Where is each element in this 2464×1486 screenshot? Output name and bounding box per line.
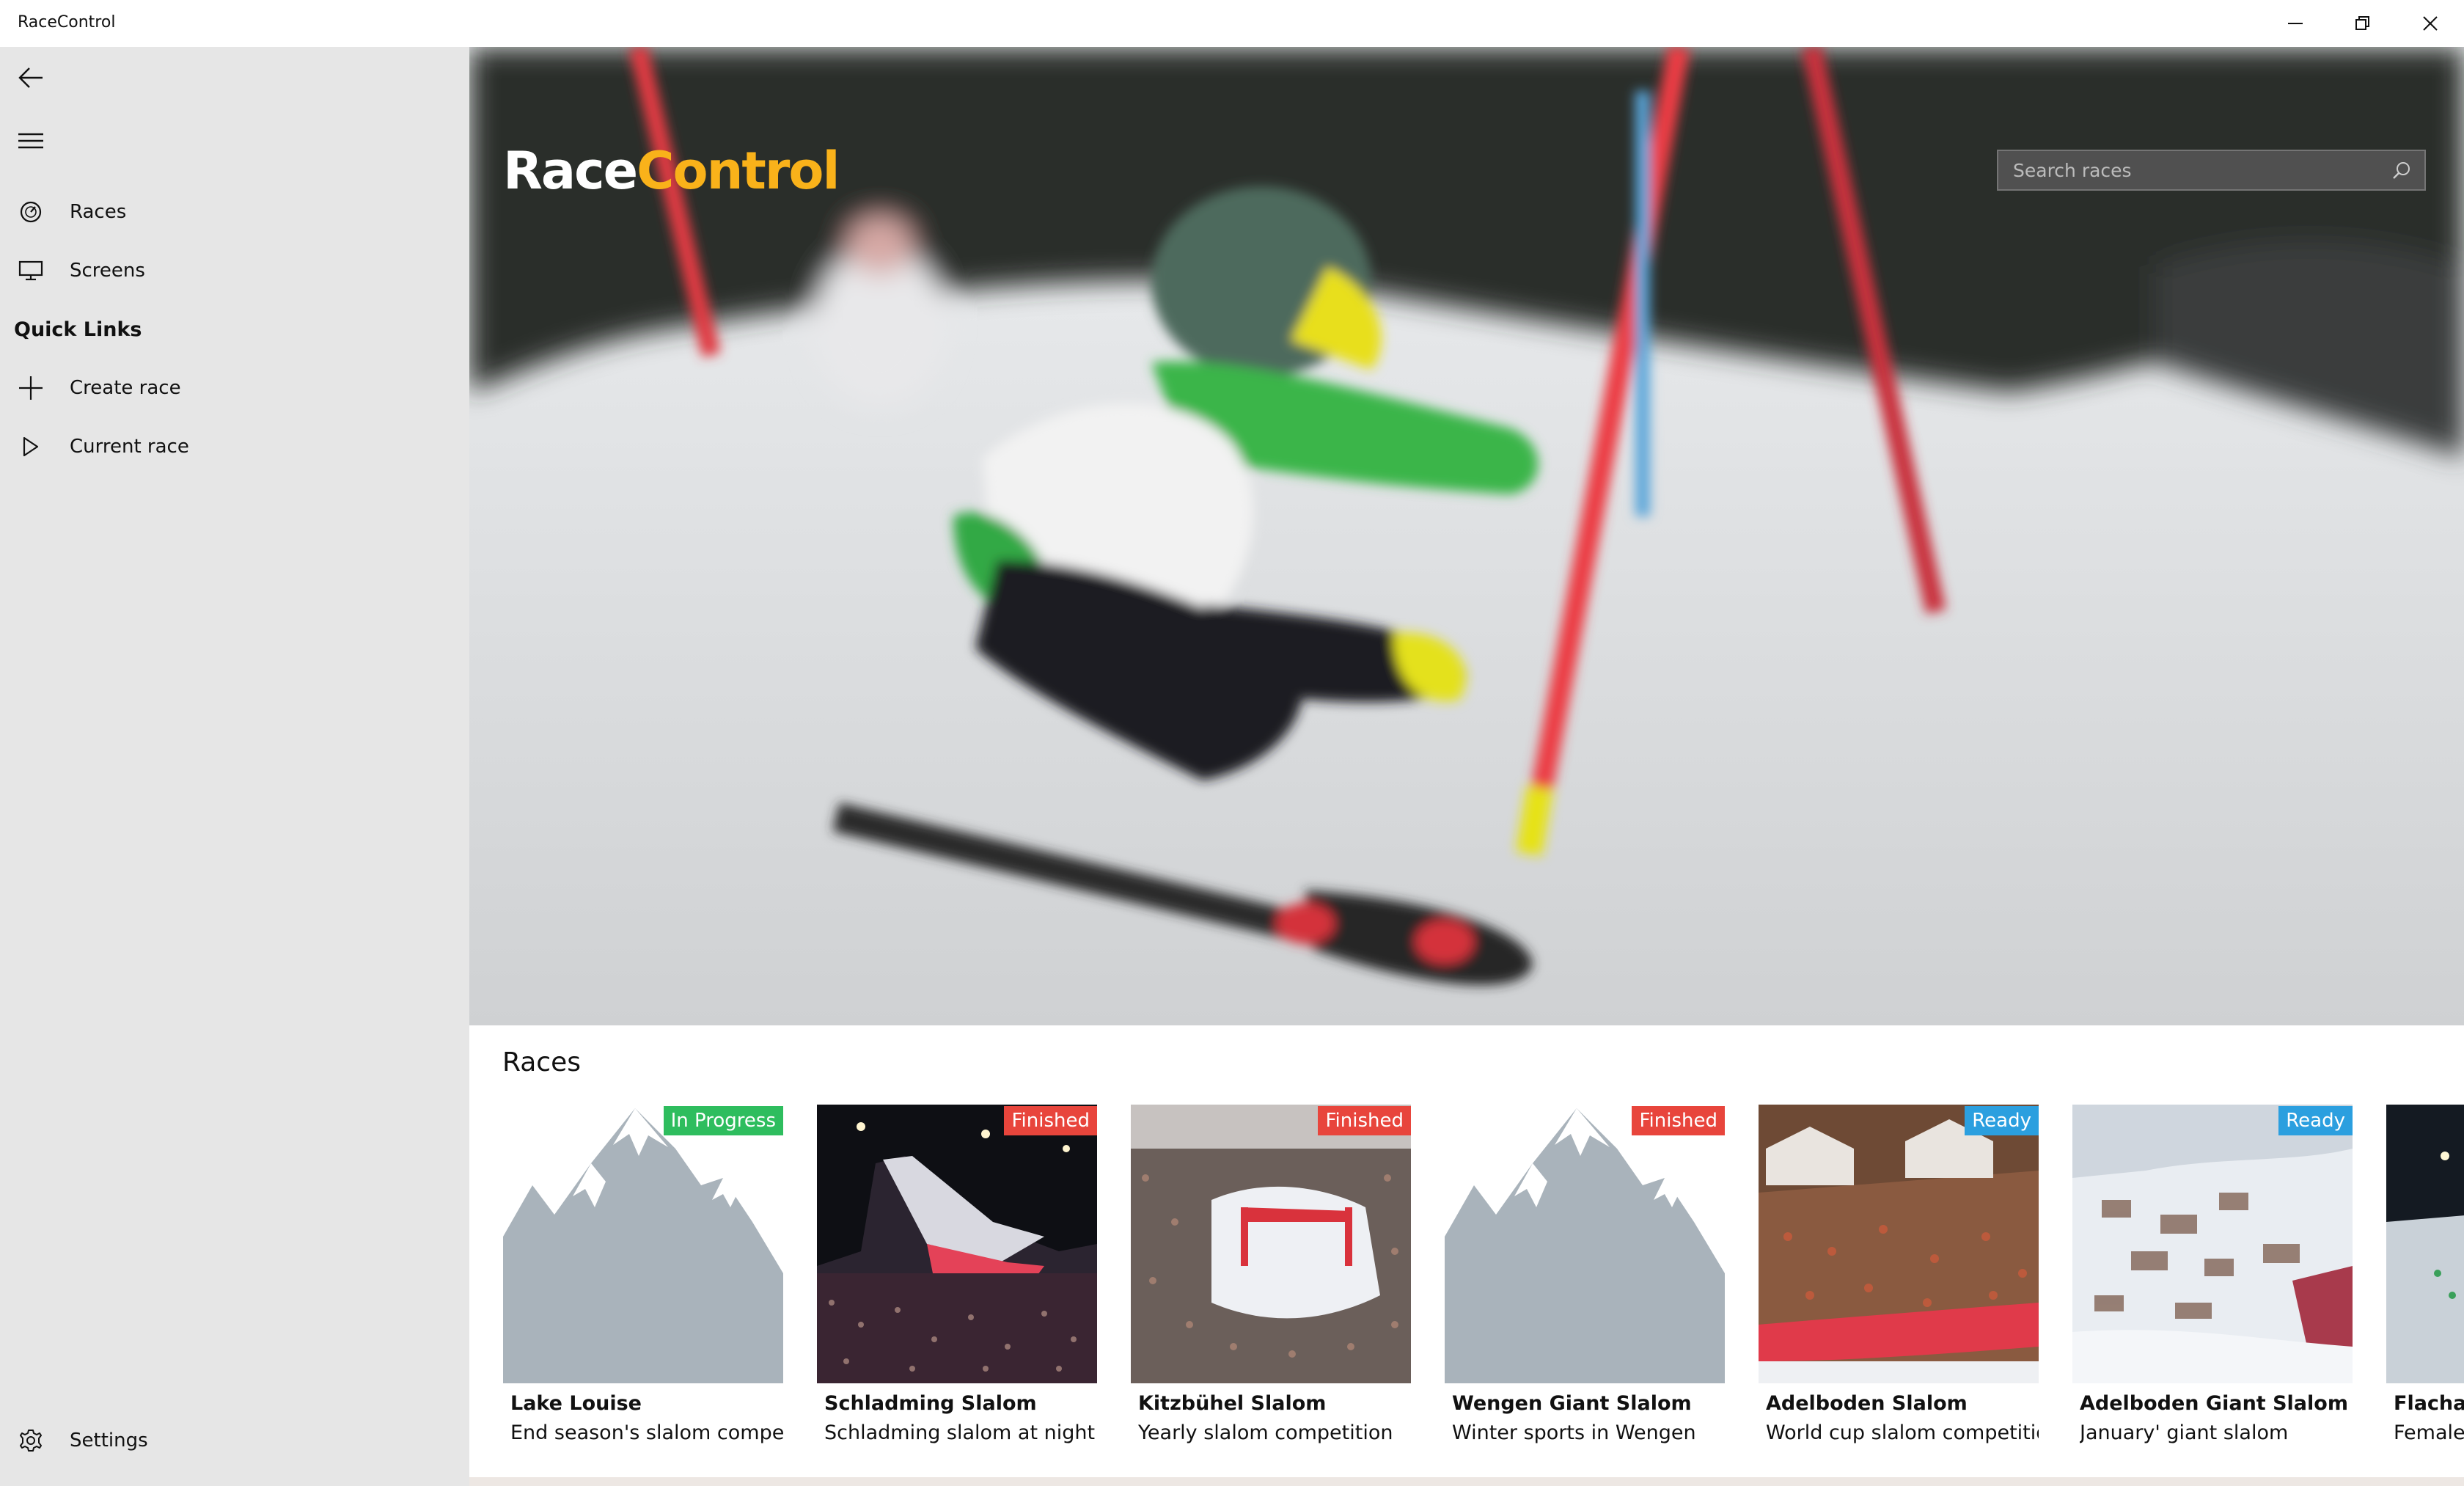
race-photo: [1759, 1105, 2039, 1383]
close-icon: [2423, 16, 2438, 31]
mountain-placeholder-icon: [1445, 1108, 1725, 1383]
app-logo: RaceControl: [503, 141, 840, 201]
status-badge: Finished: [1318, 1106, 1411, 1135]
nav-item-label: Current race: [70, 436, 189, 458]
nav-item-label: Races: [70, 201, 127, 223]
race-name: Schladming Slalom: [824, 1392, 1037, 1415]
race-card-wengen-giant-slalom[interactable]: Finished Wengen Giant Slalom Winter spor…: [1445, 1105, 1725, 1455]
window-title: RaceControl: [18, 13, 116, 32]
nav-item-create-race[interactable]: Create race: [0, 359, 469, 417]
race-description: End season's slalom competition: [510, 1421, 783, 1444]
navigation-pane: Races Screens Quick Links Create race Cu…: [0, 47, 469, 1486]
race-photo: [2072, 1105, 2353, 1383]
nav-item-label: Screens: [70, 260, 145, 282]
hamburger-icon: [18, 133, 43, 149]
race-description: Schladming slalom at night: [824, 1421, 1096, 1444]
race-photo: [817, 1105, 1097, 1383]
race-name: Adelboden Slalom: [1766, 1392, 1968, 1415]
race-description: World cup slalom competition: [1766, 1421, 2039, 1444]
hamburger-menu-button[interactable]: [0, 110, 62, 172]
race-description: Female: [2394, 1421, 2464, 1444]
hero-banner: RaceControl: [469, 47, 2464, 1025]
nav-item-label: Settings: [70, 1430, 148, 1452]
race-photo: [2386, 1105, 2464, 1383]
race-thumbnail: [817, 1105, 1097, 1383]
monitor-icon: [0, 241, 62, 300]
restore-icon: [2355, 16, 2369, 30]
race-card-adelboden-giant-slalom[interactable]: Ready Adelboden Giant Slalom January' gi…: [2072, 1105, 2353, 1455]
title-bar: RaceControl: [0, 0, 2464, 47]
race-name: Wengen Giant Slalom: [1452, 1392, 1692, 1415]
race-card-adelboden-slalom[interactable]: Ready Adelboden Slalom World cup slalom …: [1759, 1105, 2039, 1455]
race-card-kitzbuhel-slalom[interactable]: Finished Kitzbühel Slalom Yearly slalom …: [1131, 1105, 1411, 1455]
race-name: Flachau: [2394, 1392, 2464, 1415]
race-name: Adelboden Giant Slalom: [2080, 1392, 2348, 1415]
minimize-icon: [2288, 23, 2303, 24]
logo-text-race: Race: [503, 141, 638, 201]
quick-links-heading: Quick Links: [14, 318, 142, 341]
search-input[interactable]: [1998, 151, 2380, 189]
race-description: Winter sports in Wengen: [1452, 1421, 1696, 1444]
restore-button[interactable]: [2329, 0, 2397, 47]
plus-icon: [0, 359, 62, 417]
status-badge: Ready: [2278, 1106, 2353, 1135]
race-description: January' giant slalom: [2080, 1421, 2289, 1444]
scroll-edge: [469, 1477, 2464, 1486]
nav-item-settings[interactable]: Settings: [0, 1411, 469, 1470]
play-icon: [0, 417, 62, 476]
race-photo: [1131, 1105, 1411, 1383]
status-badge: Ready: [1965, 1106, 2039, 1135]
minimize-button[interactable]: [2262, 0, 2329, 47]
race-card-flachau[interactable]: Flachau Female: [2386, 1105, 2464, 1455]
race-thumbnail: [2072, 1105, 2353, 1383]
nav-item-screens[interactable]: Screens: [0, 241, 469, 300]
race-thumbnail: [503, 1105, 783, 1383]
status-badge: In Progress: [663, 1106, 783, 1135]
nav-item-current-race[interactable]: Current race: [0, 417, 469, 476]
race-thumbnail: [1131, 1105, 1411, 1383]
race-thumbnail: [2386, 1105, 2464, 1383]
nav-item-races[interactable]: Races: [0, 183, 469, 241]
close-button[interactable]: [2397, 0, 2464, 47]
status-badge: Finished: [1004, 1106, 1097, 1135]
status-badge: Finished: [1632, 1106, 1725, 1135]
races-list: In Progress Lake Louise End season's sla…: [503, 1105, 2464, 1455]
race-description: Yearly slalom competition: [1138, 1421, 1393, 1444]
race-card-schladming-slalom[interactable]: Finished Schladming Slalom Schladming sl…: [817, 1105, 1097, 1455]
gear-icon: [0, 1411, 62, 1470]
back-arrow-icon: [18, 67, 43, 88]
race-thumbnail: [1759, 1105, 2039, 1383]
nav-item-label: Create race: [70, 377, 181, 399]
mountain-placeholder-icon: [503, 1108, 783, 1383]
search-icon[interactable]: [2380, 151, 2424, 189]
search-box: [1997, 150, 2426, 191]
races-section-title: Races: [502, 1047, 581, 1077]
race-thumbnail: [1445, 1105, 1725, 1383]
race-name: Lake Louise: [510, 1392, 642, 1415]
logo-text-control: Control: [637, 141, 840, 201]
speedometer-icon: [0, 183, 62, 241]
back-button[interactable]: [0, 47, 62, 109]
race-card-lake-louise[interactable]: In Progress Lake Louise End season's sla…: [503, 1105, 783, 1455]
race-name: Kitzbühel Slalom: [1138, 1392, 1327, 1415]
